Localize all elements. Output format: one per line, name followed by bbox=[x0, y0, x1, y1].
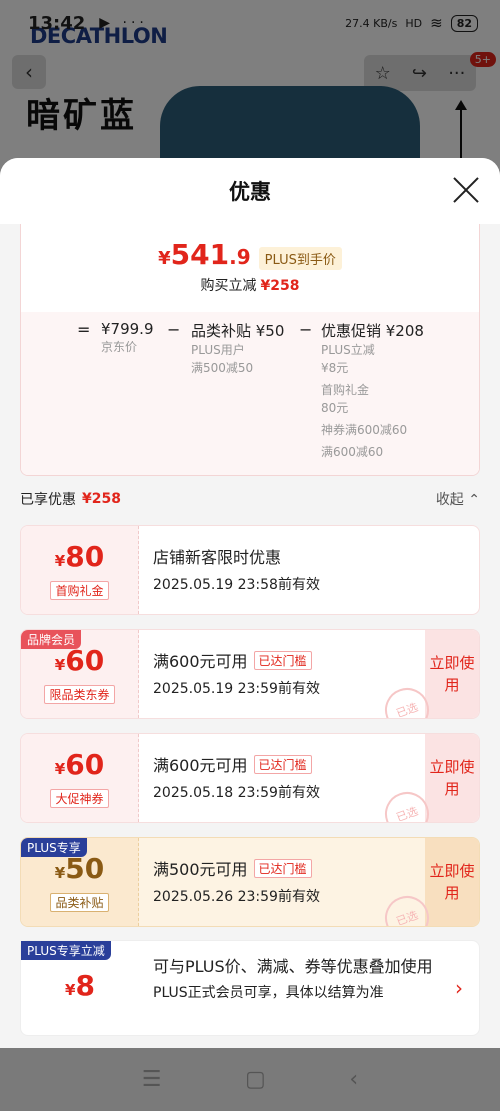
coupon-card[interactable]: ¥80 首购礼金 店铺新客限时优惠 2025.05.19 23:58前有效 bbox=[20, 525, 480, 615]
plus-title: 可与PLUS价、满减、券等优惠叠加使用 bbox=[153, 957, 433, 976]
coupon-amount: ¥60 bbox=[54, 643, 105, 677]
back-icon[interactable]: ‹ bbox=[349, 1067, 358, 1092]
status-app-icons: ▶ ··· bbox=[99, 15, 148, 31]
coupon-title: 店铺新客限时优惠 bbox=[153, 548, 282, 567]
coupon-amount: ¥50 bbox=[54, 851, 105, 885]
coupon-type: 首购礼金 bbox=[50, 580, 109, 600]
enjoyed-label: 已享优惠 bbox=[20, 492, 76, 508]
plus-note: PLUS正式会员可享，具体以结算为准 bbox=[153, 985, 384, 1001]
plus-price-tag: PLUS到手价 bbox=[258, 247, 342, 270]
price-card: ¥541.9 PLUS到手价 购买立减 ¥258 = ¥799.9 京东价 − 品… bbox=[20, 224, 480, 476]
final-price: ¥541.9 bbox=[158, 238, 251, 271]
coupon-amount: ¥80 bbox=[54, 539, 105, 573]
minus-sign: − bbox=[167, 320, 181, 339]
equals-sign: = bbox=[77, 320, 91, 339]
coupon-title: 满500元可用 bbox=[153, 860, 248, 879]
enjoyed-amount: ¥258 bbox=[82, 491, 121, 507]
threshold-reached-badge: 已达门槛 bbox=[253, 858, 312, 878]
chevron-right-icon[interactable]: › bbox=[439, 941, 479, 1035]
use-now-button[interactable]: 立即使用 bbox=[425, 630, 479, 718]
home-icon[interactable]: ▢ bbox=[245, 1067, 266, 1092]
category-subsidy: 品类补贴 ¥50 PLUS用户 满500减50 bbox=[191, 322, 285, 375]
coupon-type: 限品类东券 bbox=[44, 684, 115, 704]
system-nav-bar: ☰ ▢ ‹ bbox=[0, 1048, 500, 1111]
base-price: ¥799.9 京东价 bbox=[101, 320, 154, 354]
status-time: 13:42 bbox=[28, 12, 86, 34]
battery-icon: 82 bbox=[450, 14, 478, 32]
sheet-header: 优惠 bbox=[0, 158, 500, 224]
coupon-type: 大促神券 bbox=[50, 788, 109, 808]
threshold-reached-badge: 已达门槛 bbox=[253, 754, 312, 774]
coupon-validity: 2025.05.19 23:58前有效 bbox=[153, 577, 320, 593]
coupon-corner-tag: 品牌会员 bbox=[21, 630, 82, 649]
coupon-validity: 2025.05.26 23:59前有效 bbox=[153, 889, 320, 905]
status-bar: 13:42 ▶ ··· 27.4 KB/s HD ≋ 82 bbox=[0, 0, 500, 46]
minus-sign: − bbox=[299, 320, 313, 339]
wifi-icon: ≋ bbox=[430, 14, 443, 32]
coupon-corner-tag: PLUS专享 bbox=[21, 838, 87, 857]
promo-discount: 优惠促销 ¥208 PLUS立减 ¥8元 首购礼金 80元 神券满600减60 … bbox=[321, 322, 424, 459]
net-speed: 27.4 KB/s bbox=[345, 16, 398, 30]
coupon-card[interactable]: 品牌会员 ¥60 限品类东券 满600元可用 已达门槛 2025.05.19 23… bbox=[20, 629, 480, 719]
sheet-title: 优惠 bbox=[229, 180, 271, 204]
threshold-reached-badge: 已达门槛 bbox=[253, 650, 312, 670]
plus-corner-tag: PLUS专享立减 bbox=[21, 941, 111, 960]
price-breakdown: = ¥799.9 京东价 − 品类补贴 ¥50 PLUS用户 满500减50 −… bbox=[21, 312, 479, 475]
use-now-button[interactable]: 立即使用 bbox=[425, 734, 479, 822]
plus-discount-card[interactable]: PLUS专享立减 ¥8 可与PLUS价、满减、券等优惠叠加使用 PLUS正式会员… bbox=[20, 940, 480, 1036]
coupon-card[interactable]: PLUS专享 ¥50 品类补贴 满500元可用 已达门槛 2025.05.26 2… bbox=[20, 837, 480, 927]
discount-sheet: 优惠 ¥541.9 PLUS到手价 购买立减 ¥258 = ¥799.9 京东价 … bbox=[0, 158, 500, 1048]
coupon-card[interactable]: ¥60 大促神券 满600元可用 已达门槛 2025.05.18 23:59前有效… bbox=[20, 733, 480, 823]
coupon-validity: 2025.05.18 23:59前有效 bbox=[153, 785, 320, 801]
menu-icon[interactable]: ☰ bbox=[142, 1067, 162, 1092]
plus-amount: ¥8 bbox=[65, 969, 95, 1002]
coupon-amount: ¥60 bbox=[54, 747, 105, 781]
collapse-toggle[interactable]: 收起 ⌃ bbox=[436, 489, 480, 509]
enjoyed-discount-row: 已享优惠 ¥258 收起 ⌃ bbox=[20, 488, 480, 510]
use-now-button[interactable]: 立即使用 bbox=[425, 838, 479, 926]
coupon-type: 品类补贴 bbox=[50, 892, 109, 912]
coupon-validity: 2025.05.19 23:59前有效 bbox=[153, 681, 320, 697]
coupon-title: 满600元可用 bbox=[153, 652, 248, 671]
close-icon[interactable] bbox=[452, 176, 480, 204]
coupon-title: 满600元可用 bbox=[153, 756, 248, 775]
signal-icon: HD bbox=[405, 16, 423, 30]
instant-reduce: 购买立减 ¥258 bbox=[200, 278, 300, 294]
